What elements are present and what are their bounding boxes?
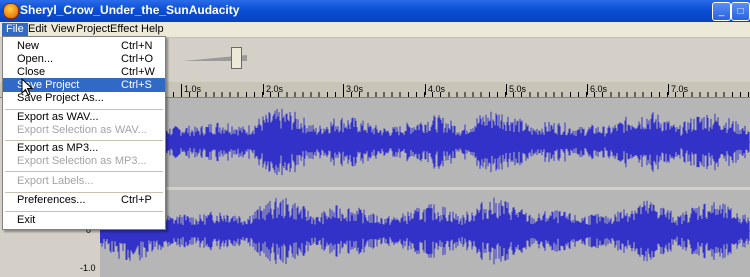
menu-item-label: Preferences... <box>17 194 86 206</box>
menu-item-label: Export Labels... <box>17 175 94 187</box>
volume-slider-thumb[interactable] <box>231 47 242 69</box>
audio-track-right[interactable] <box>100 190 750 277</box>
menu-item-label: Close <box>17 66 46 78</box>
waveform-right <box>100 197 750 265</box>
menu-item-label: Export as WAV... <box>17 111 99 123</box>
menu-view[interactable]: View <box>51 23 75 36</box>
menu-separator <box>5 171 163 172</box>
ruler-tick: 7.0s <box>668 84 688 95</box>
menu-separator <box>5 211 163 212</box>
ruler-tick: 3.0s <box>343 84 363 95</box>
waveform-left <box>100 108 750 176</box>
menu-project[interactable]: Project <box>76 23 110 36</box>
menu-item-new[interactable]: New Ctrl+N <box>3 39 165 53</box>
menu-item-close[interactable]: Close Ctrl+W <box>3 65 165 79</box>
maximize-button[interactable]: □ <box>731 2 750 21</box>
window-title: Sheryl_Crow_Under_the_SunAudacity <box>20 3 240 17</box>
menu-item-exit[interactable]: Exit <box>3 213 165 227</box>
menu-item-shortcut: Ctrl+W <box>121 66 155 78</box>
minimize-button[interactable]: _ <box>712 2 731 21</box>
menu-file[interactable]: File <box>2 23 28 36</box>
menu-item-export-mp3[interactable]: Export as MP3... <box>3 141 165 155</box>
ruler-tick: 2.0s <box>263 84 283 95</box>
ruler-tick: 6.0s <box>587 84 607 95</box>
menu-item-label: Export Selection as WAV... <box>17 124 147 136</box>
menu-item-preferences[interactable]: Preferences... Ctrl+P <box>3 193 165 207</box>
mouse-cursor-icon <box>21 78 33 96</box>
menu-edit[interactable]: Edit <box>28 23 47 36</box>
menu-item-export-wav[interactable]: Export as WAV... <box>3 110 165 124</box>
audio-track-left[interactable] <box>100 98 750 187</box>
ruler-tick: 5.0s <box>506 84 526 95</box>
menu-item-label: Export Selection as MP3... <box>17 155 147 167</box>
ruler-tick: 1.0s <box>181 84 201 95</box>
title-bar: Sheryl_Crow_Under_the_SunAudacity _ □ <box>0 0 750 22</box>
menu-help[interactable]: Help <box>141 23 164 36</box>
menu-item-export-selection-mp3[interactable]: Export Selection as MP3... <box>3 154 165 168</box>
scale-min-label: -1.0 <box>80 263 96 273</box>
menu-item-label: Exit <box>17 214 36 226</box>
menu-item-shortcut: Ctrl+P <box>121 194 152 206</box>
menu-item-export-labels[interactable]: Export Labels... <box>3 174 165 188</box>
menu-item-shortcut: Ctrl+S <box>121 79 152 91</box>
menu-item-export-selection-wav[interactable]: Export Selection as WAV... <box>3 123 165 137</box>
audacity-app-icon[interactable] <box>3 3 19 19</box>
file-menu: New Ctrl+N Open... Ctrl+O Close Ctrl+W Save… <box>2 36 166 230</box>
menu-effect[interactable]: Effect <box>110 23 138 36</box>
menu-item-open[interactable]: Open... Ctrl+O <box>3 52 165 66</box>
ruler-tick: 4.0s <box>425 84 445 95</box>
menu-item-label: New <box>17 40 40 52</box>
menu-item-shortcut: Ctrl+N <box>121 40 153 52</box>
menu-item-label: Export as MP3... <box>17 142 99 154</box>
menu-item-label: Open... <box>17 53 54 65</box>
menu-item-shortcut: Ctrl+O <box>121 53 154 65</box>
